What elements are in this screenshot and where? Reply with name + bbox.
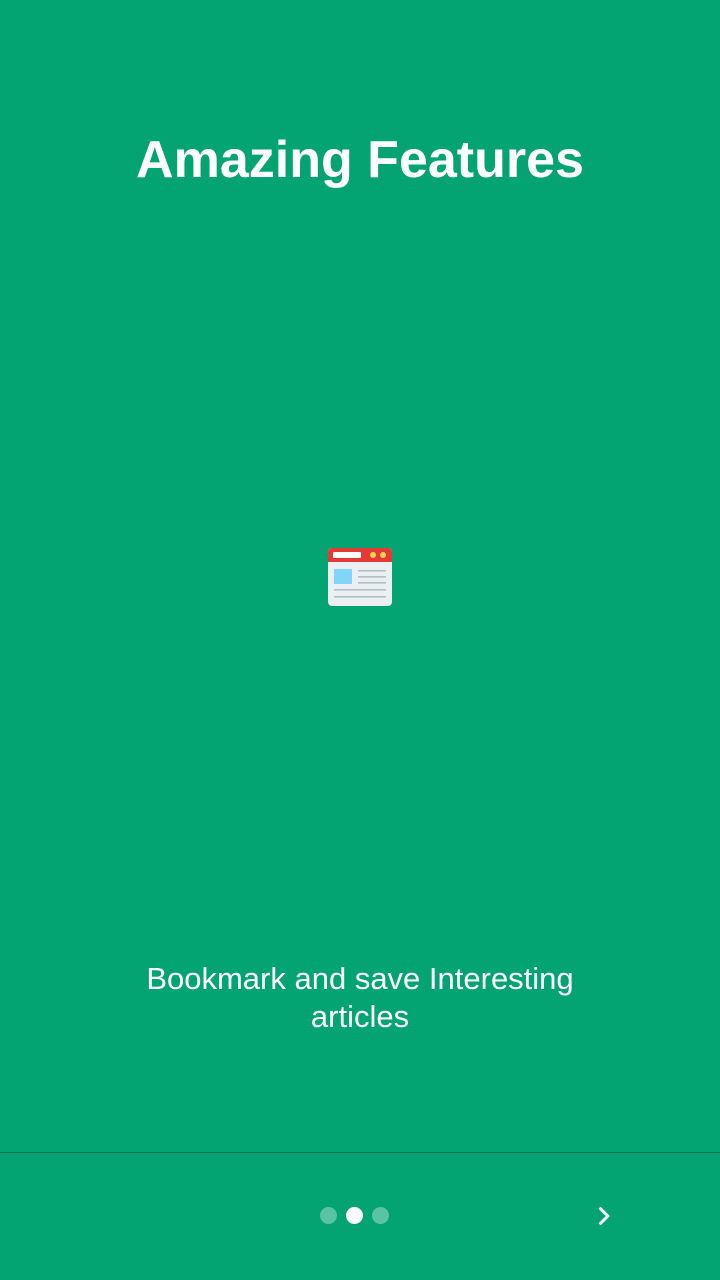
chevron-right-icon [598,1206,610,1226]
slide-description: Bookmark and save Interesting articles [146,961,574,1034]
next-button[interactable] [580,1192,628,1240]
page-dot-3 [372,1206,389,1224]
page-indicator [320,1206,398,1224]
slide-title: Amazing Features [136,131,584,189]
page-dot-1 [320,1206,337,1224]
onboarding-screen: Amazing Features Bookmark and save Inter… [0,0,720,1280]
footer-divider [0,1152,720,1153]
browser-window-icon [328,548,392,606]
page-dot-2-active [346,1206,363,1224]
